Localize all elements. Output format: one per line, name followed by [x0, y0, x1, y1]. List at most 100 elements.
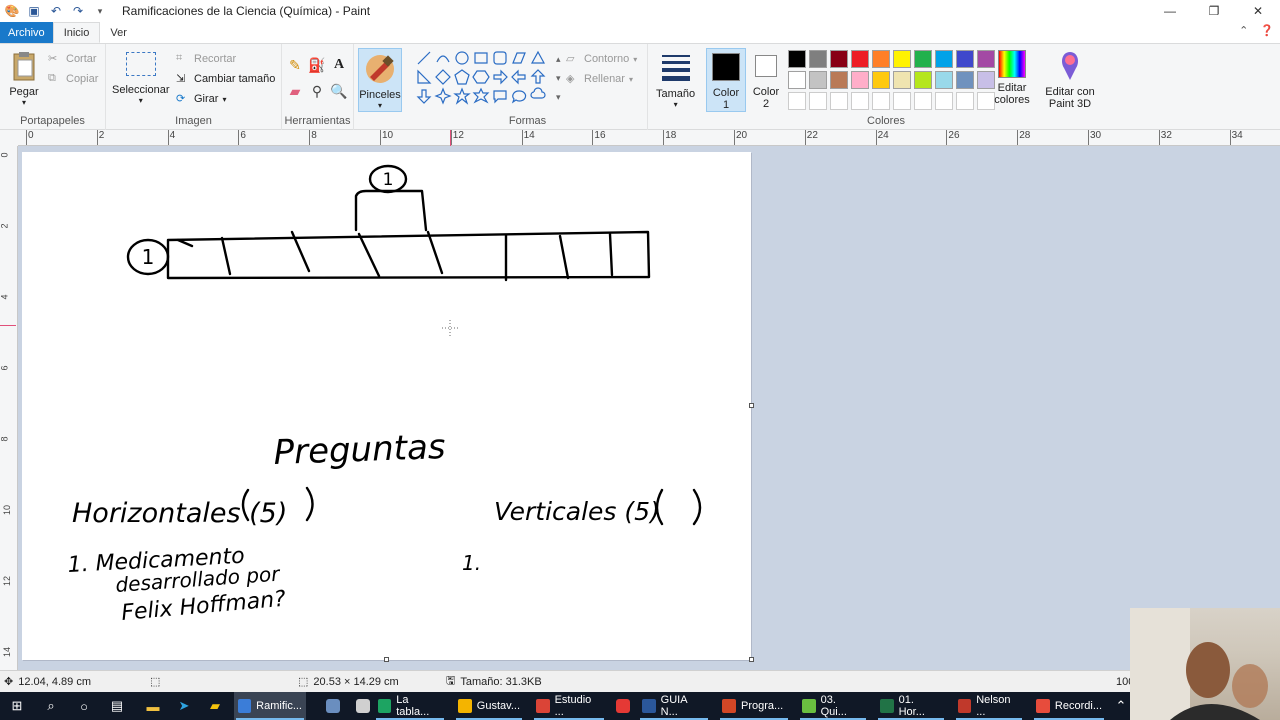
palette-color-swatch[interactable]	[914, 50, 932, 68]
palette-color-swatch[interactable]	[851, 50, 869, 68]
pencil-icon[interactable]: ✎	[286, 56, 304, 74]
rotate-button[interactable]: ⟳ Girar ▾	[176, 92, 226, 106]
task-view-icon[interactable]: ▤	[106, 696, 128, 716]
palette-color-swatch[interactable]	[851, 71, 869, 89]
color1-button[interactable]: Color 1	[706, 48, 746, 112]
taskbar-app-button[interactable]: Nelson ...	[954, 692, 1024, 720]
taskbar-app-button[interactable]: Recordi...	[1032, 692, 1106, 720]
color2-button[interactable]: Color 2	[746, 48, 786, 112]
palette-color-swatch[interactable]	[914, 92, 932, 110]
windows-start-icon[interactable]: ⊞	[6, 696, 28, 716]
palette-color-swatch[interactable]	[788, 50, 806, 68]
shape-option-icon[interactable]	[455, 51, 469, 65]
select-dropdown-icon[interactable]: ▾	[139, 96, 143, 105]
shape-option-icon[interactable]	[493, 69, 508, 85]
taskbar-app-button[interactable]: 03. Qui...	[798, 692, 868, 720]
palette-color-swatch[interactable]	[956, 71, 974, 89]
customize-quick-access-icon[interactable]: ▾	[92, 3, 108, 19]
resize-button[interactable]: ⇲ Cambiar tamaño	[176, 72, 275, 86]
palette-color-swatch[interactable]	[872, 71, 890, 89]
palette-color-swatch[interactable]	[956, 92, 974, 110]
shape-option-icon[interactable]	[530, 87, 546, 99]
taskbar-app-button[interactable]: 01. Hor...	[876, 692, 946, 720]
edit-paint3d-button[interactable]: Editar con Paint 3D	[1042, 50, 1098, 110]
palette-color-swatch[interactable]	[830, 92, 848, 110]
shape-option-icon[interactable]	[530, 69, 546, 84]
close-button[interactable]: ✕	[1236, 0, 1280, 22]
palette-color-swatch[interactable]	[893, 50, 911, 68]
save-icon[interactable]: ▣	[26, 3, 42, 19]
system-tray-up-icon[interactable]: ⌃	[1110, 696, 1132, 716]
minimize-button[interactable]: —	[1148, 0, 1192, 22]
palette-color-swatch[interactable]	[830, 50, 848, 68]
text-tool-icon[interactable]: A	[330, 56, 348, 74]
shape-option-icon[interactable]	[436, 55, 450, 63]
shape-option-icon[interactable]	[474, 52, 488, 64]
shape-option-icon[interactable]	[417, 69, 432, 84]
taskbar-app-button[interactable]: La tabla...	[374, 692, 446, 720]
shape-option-icon[interactable]	[511, 90, 527, 104]
shape-option-icon[interactable]	[511, 69, 526, 85]
drawing-canvas[interactable]: 1 1 Preguntas Horizontales (5) Verticale…	[22, 152, 754, 662]
edit-colors-button[interactable]: Editar colores	[992, 50, 1032, 106]
maximize-button[interactable]: ❐	[1192, 0, 1236, 22]
redo-icon[interactable]: ↷	[70, 3, 86, 19]
palette-color-swatch[interactable]	[872, 92, 890, 110]
palette-color-swatch[interactable]	[788, 71, 806, 89]
palette-color-swatch[interactable]	[893, 92, 911, 110]
shape-option-icon[interactable]	[453, 87, 471, 105]
shape-option-icon[interactable]	[454, 69, 470, 85]
palette-color-swatch[interactable]	[809, 50, 827, 68]
outline-button[interactable]: ▱ Contorno ▾	[566, 52, 637, 66]
taskbar-app-button[interactable]: GUIA N...	[638, 692, 710, 720]
tab-ver[interactable]: Ver	[100, 22, 137, 43]
palette-color-swatch[interactable]	[935, 71, 953, 89]
shape-option-icon[interactable]	[530, 50, 546, 64]
folder-icon[interactable]: ▰	[204, 696, 226, 716]
shape-option-icon[interactable]	[493, 90, 507, 104]
gallery-scroll-icon[interactable]: ▾	[556, 92, 561, 102]
palette-color-swatch[interactable]	[935, 92, 953, 110]
copy-button[interactable]: ⧉ Copiar	[48, 72, 98, 86]
fill-bucket-icon[interactable]: ⛽	[308, 56, 326, 74]
fill-button[interactable]: ◈ Rellenar ▾	[566, 72, 633, 86]
undo-icon[interactable]: ↶	[48, 3, 64, 19]
palette-color-swatch[interactable]	[851, 92, 869, 110]
telegram-icon[interactable]: ➤	[173, 696, 195, 716]
crop-button[interactable]: ⌗ Recortar	[176, 52, 236, 66]
resize-handle-corner[interactable]	[749, 657, 754, 662]
gallery-scroll-icon[interactable]: ▴	[556, 54, 561, 64]
shape-option-icon[interactable]	[512, 52, 526, 64]
help-icon[interactable]: ❓	[1260, 24, 1274, 37]
palette-color-swatch[interactable]	[809, 71, 827, 89]
paste-button[interactable]: Pegar ▾	[8, 50, 40, 107]
palette-color-swatch[interactable]	[935, 50, 953, 68]
shapes-gallery[interactable]: ▴ ▾ ▾	[416, 50, 566, 112]
palette-color-swatch[interactable]	[893, 71, 911, 89]
notepad-icon[interactable]	[352, 696, 374, 716]
brushes-dropdown-icon[interactable]: ▾	[378, 101, 382, 110]
color-picker-icon[interactable]: ⚲	[308, 82, 326, 100]
brushes-button[interactable]: Pinceles ▾	[358, 48, 402, 112]
tab-archivo[interactable]: Archivo	[0, 22, 53, 43]
shape-option-icon[interactable]	[472, 87, 490, 104]
shape-option-icon[interactable]	[417, 51, 431, 65]
taskbar-app-button[interactable]: Estudio ...	[532, 692, 606, 720]
opera-icon[interactable]	[612, 696, 634, 716]
shape-option-icon[interactable]	[493, 51, 507, 65]
file-explorer-icon[interactable]: ▬	[142, 696, 164, 716]
taskbar-app-button[interactable]: Ramific...	[234, 692, 306, 720]
palette-color-swatch[interactable]	[914, 71, 932, 89]
select-button[interactable]: Seleccionar ▾	[112, 52, 169, 105]
shape-option-icon[interactable]	[435, 69, 451, 85]
palette-color-swatch[interactable]	[830, 71, 848, 89]
palette-color-swatch[interactable]	[872, 50, 890, 68]
size-button[interactable]: Tamaño ▾	[656, 52, 695, 109]
cut-button[interactable]: ✂ Cortar	[48, 52, 97, 66]
taskbar-app-button[interactable]: Gustav...	[454, 692, 524, 720]
search-icon[interactable]: ⌕	[40, 696, 62, 716]
gallery-scroll-icon[interactable]: ▾	[556, 73, 561, 83]
cortana-icon[interactable]: ○	[73, 696, 95, 716]
palette-color-swatch[interactable]	[788, 92, 806, 110]
palette-color-swatch[interactable]	[809, 92, 827, 110]
